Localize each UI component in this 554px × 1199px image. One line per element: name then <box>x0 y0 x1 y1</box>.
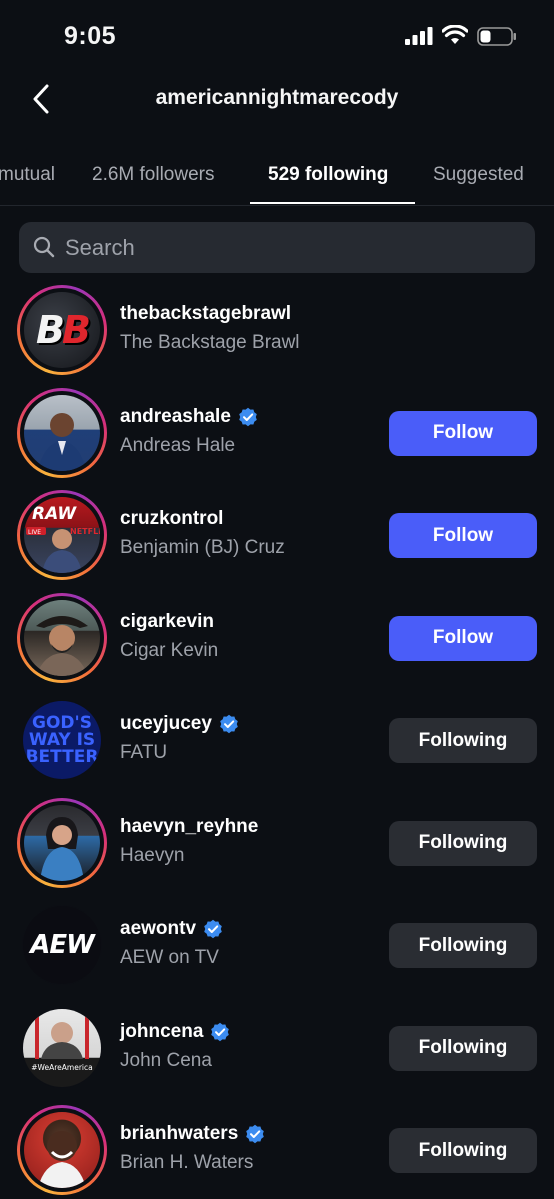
aew-logo: AEW <box>23 906 101 984</box>
avatar-photo <box>24 804 100 881</box>
active-tab-indicator <box>250 202 415 204</box>
svg-text:#WeAreAmerica: #WeAreAmerica <box>31 1063 92 1072</box>
username[interactable]: cruzkontrol <box>120 508 223 530</box>
tab-following[interactable]: 529 following <box>268 164 388 186</box>
list-item[interactable]: cigarkevin Cigar Kevin Follow <box>0 586 554 689</box>
full-name: Haevyn <box>120 844 185 866</box>
header: americannightmarecody <box>0 74 554 124</box>
list-item[interactable]: andreashale Andreas Hale Follow <box>0 381 554 484</box>
following-button[interactable]: Following <box>389 1128 537 1173</box>
username[interactable]: thebackstagebrawl <box>120 303 291 325</box>
tab-followers[interactable]: 2.6M followers <box>92 164 215 186</box>
verified-badge-icon <box>211 1022 230 1041</box>
tab-bar: mutual 2.6M followers 529 following Sugg… <box>0 150 554 206</box>
full-name: FATU <box>120 742 168 763</box>
list-item[interactable]: #WeAreAmerica johncena John Cena Followi… <box>0 996 554 1099</box>
username[interactable]: brianhwaters <box>120 1123 238 1145</box>
avatar[interactable] <box>17 797 107 888</box>
avatar[interactable]: BB <box>17 285 107 375</box>
following-list: BB thebackstagebrawl The Backstage Brawl… <box>0 278 554 1199</box>
verified-badge-icon <box>220 714 238 734</box>
follow-button[interactable]: Follow <box>389 410 537 456</box>
avatar-photo <box>24 599 100 676</box>
avatar-photo <box>24 394 100 471</box>
tab-mutual[interactable]: mutual <box>0 164 55 186</box>
avatar[interactable]: GOD'S WAY IS BETTER <box>17 695 107 785</box>
username[interactable]: johncena <box>120 1021 203 1043</box>
following-button[interactable]: Following <box>389 820 537 866</box>
list-item[interactable]: haevyn_reyhne Haevyn Following <box>0 791 554 894</box>
following-button[interactable]: Following <box>389 1025 537 1071</box>
page-title: americannightmarecody <box>155 86 399 109</box>
avatar-photo: RAW LIVE NETFLIX <box>24 497 100 573</box>
username[interactable]: uceyjucey <box>120 713 212 735</box>
avatar[interactable]: #WeAreAmerica <box>17 1003 107 1093</box>
avatar[interactable] <box>17 1105 107 1195</box>
search-icon <box>33 236 55 258</box>
avatar[interactable] <box>17 592 107 683</box>
follow-button[interactable]: Follow <box>389 615 537 661</box>
avatar[interactable]: AEW <box>17 900 107 990</box>
full-name: John Cena <box>120 1049 212 1071</box>
wifi-icon <box>442 25 468 44</box>
cellular-signal-icon <box>405 27 433 45</box>
list-item[interactable]: RAW LIVE NETFLIX cruzkontrol Benjamin (B… <box>0 483 554 586</box>
username[interactable]: andreashale <box>120 406 231 428</box>
battery-icon <box>477 27 516 46</box>
avatar-photo: #WeAreAmerica <box>23 1008 101 1087</box>
svg-text:RAW: RAW <box>32 504 77 524</box>
following-button[interactable]: Following <box>389 923 537 968</box>
avatar-photo <box>24 1112 100 1188</box>
backstage-brawl-logo: BB <box>24 292 100 368</box>
list-item[interactable]: GOD'S WAY IS BETTER uceyjucey FATU Follo… <box>0 688 554 791</box>
full-name: The Backstage Brawl <box>120 332 300 353</box>
tab-suggested[interactable]: Suggested <box>433 164 524 186</box>
list-item[interactable]: AEW aewontv AEW on TV Following <box>0 893 554 996</box>
full-name: AEW on TV <box>120 947 219 968</box>
search-bar <box>19 222 535 273</box>
full-name: Andreas Hale <box>120 434 236 456</box>
svg-text:LIVE: LIVE <box>28 529 41 536</box>
full-name: Benjamin (BJ) Cruz <box>120 537 285 558</box>
full-name: Brian H. Waters <box>120 1152 254 1173</box>
search-input[interactable] <box>65 222 515 273</box>
list-item[interactable]: brianhwaters Brian H. Waters Following <box>0 1098 554 1199</box>
avatar[interactable] <box>17 387 107 478</box>
avatar-photo: GOD'S WAY IS BETTER <box>23 701 101 779</box>
following-button[interactable]: Following <box>389 718 537 763</box>
svg-text:NETFLIX: NETFLIX <box>70 527 100 536</box>
verified-badge-icon <box>246 1124 265 1144</box>
verified-badge-icon <box>204 919 222 939</box>
list-item[interactable]: BB thebackstagebrawl The Backstage Brawl <box>0 278 554 381</box>
avatar[interactable]: RAW LIVE NETFLIX <box>17 490 107 580</box>
verified-badge-icon <box>239 407 257 426</box>
status-time: 9:05 <box>64 22 117 50</box>
username[interactable]: aewontv <box>120 918 196 940</box>
follow-button[interactable]: Follow <box>389 513 537 558</box>
username[interactable]: haevyn_reyhne <box>120 816 258 838</box>
full-name: Cigar Kevin <box>120 639 219 661</box>
status-bar: 9:05 <box>0 0 554 74</box>
username[interactable]: cigarkevin <box>120 611 214 633</box>
